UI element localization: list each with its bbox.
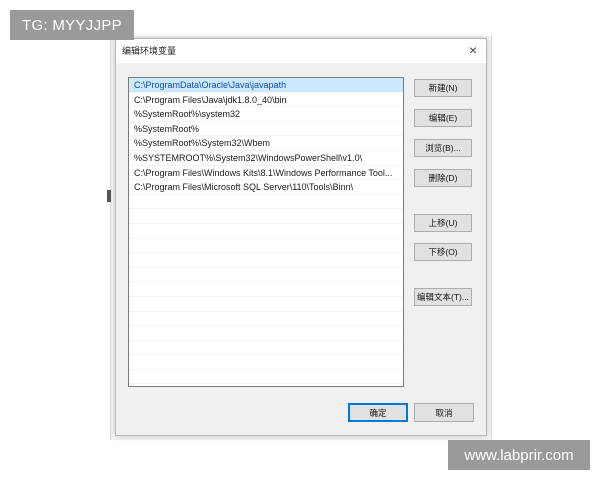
path-list-item[interactable]: %SystemRoot%\System32\Wbem: [129, 136, 403, 151]
ok-button[interactable]: 确定: [348, 403, 408, 422]
path-list[interactable]: C:\ProgramData\Oracle\Java\javapath C:\P…: [128, 77, 404, 387]
edit-text-button[interactable]: 编辑文本(T)...: [414, 288, 472, 306]
close-icon[interactable]: ×: [464, 41, 482, 59]
path-list-item[interactable]: %SystemRoot%: [129, 122, 403, 137]
empty-list-row[interactable]: [129, 341, 403, 356]
empty-list-row[interactable]: [129, 312, 403, 327]
edit-button[interactable]: 编辑(E): [414, 109, 472, 127]
browse-button[interactable]: 浏览(B)...: [414, 139, 472, 157]
edit-environment-variable-dialog: 编辑环境变量 × C:\ProgramData\Oracle\Java\java…: [115, 38, 487, 436]
path-list-item[interactable]: C:\Program Files\Java\jdk1.8.0_40\bin: [129, 93, 403, 108]
empty-list-row[interactable]: [129, 253, 403, 268]
empty-list-row[interactable]: [129, 355, 403, 370]
watermark-top-left: TG: MYYJJPP: [10, 10, 134, 40]
delete-button[interactable]: 删除(D): [414, 169, 472, 187]
empty-list-row[interactable]: [129, 326, 403, 341]
dialog-title: 编辑环境变量: [122, 46, 177, 56]
empty-list-row[interactable]: [129, 224, 403, 239]
empty-list-row[interactable]: [129, 282, 403, 297]
move-down-button[interactable]: 下移(O): [414, 243, 472, 261]
empty-list-row[interactable]: [129, 370, 403, 385]
new-button[interactable]: 新建(N): [414, 79, 472, 97]
move-up-button[interactable]: 上移(U): [414, 214, 472, 232]
background-window-edge: [107, 190, 111, 202]
empty-list-row[interactable]: [129, 239, 403, 254]
watermark-bottom-right: www.labprir.com: [448, 440, 590, 470]
path-list-item[interactable]: %SystemRoot%\system32: [129, 107, 403, 122]
empty-list-row[interactable]: [129, 268, 403, 283]
path-list-item[interactable]: C:\Program Files\Microsoft SQL Server\11…: [129, 180, 403, 195]
dialog-titlebar: 编辑环境变量 ×: [116, 39, 486, 63]
empty-list-row[interactable]: [129, 297, 403, 312]
path-list-item[interactable]: %SYSTEMROOT%\System32\WindowsPowerShell\…: [129, 151, 403, 166]
empty-list-row[interactable]: [129, 209, 403, 224]
path-list-item[interactable]: C:\Program Files\Windows Kits\8.1\Window…: [129, 166, 403, 181]
cancel-button[interactable]: 取消: [414, 403, 474, 422]
empty-list-row[interactable]: [129, 195, 403, 210]
path-list-item[interactable]: C:\ProgramData\Oracle\Java\javapath: [129, 78, 403, 93]
